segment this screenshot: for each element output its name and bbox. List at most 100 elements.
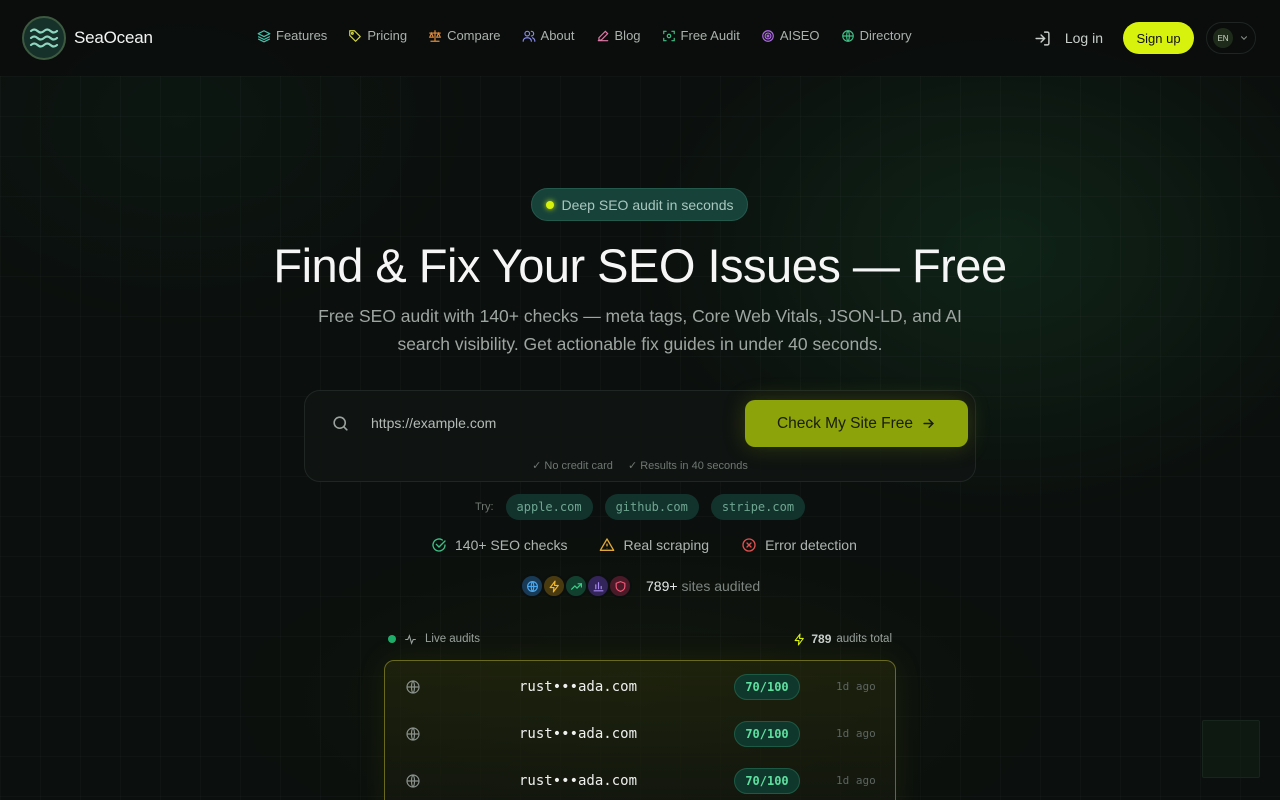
live-audits-label: Live audits	[425, 633, 480, 645]
nav-link-label: Blog	[614, 28, 641, 43]
nav-link-label: Free Audit	[680, 28, 740, 43]
audits-total-label: audits total	[836, 633, 892, 645]
sites-audited: 789+ sites audited	[520, 574, 760, 598]
audits-total-count: 789	[811, 632, 832, 646]
x-circle-icon	[742, 538, 756, 552]
nav-link-directory[interactable]: Directory	[841, 28, 912, 43]
feature-item: 140+ SEO checks	[431, 537, 567, 553]
feature-label: Error detection	[765, 537, 857, 553]
warning-icon	[600, 538, 615, 551]
nav-link-free-audit[interactable]: Free Audit	[662, 28, 740, 43]
nav-link-blog[interactable]: Blog	[596, 28, 641, 43]
audit-domain: rust•••ada.com	[519, 725, 638, 742]
nav-link-compare[interactable]: Compare	[428, 28, 501, 43]
pen-icon	[597, 30, 609, 41]
login-label: Log in	[1064, 30, 1103, 46]
nav-link-label: Compare	[447, 28, 501, 43]
audit-search-card: Check My Site Free ✓ No credit card ✓ Re…	[304, 390, 976, 482]
hero-badge: Deep SEO audit in seconds	[531, 188, 748, 221]
nav-link-label: Features	[276, 28, 328, 43]
nav-link-features[interactable]: Features	[257, 28, 327, 43]
globe-icon	[406, 726, 420, 741]
audit-domain: rust•••ada.com	[519, 772, 638, 789]
users-icon	[522, 30, 535, 42]
audited-label: sites audited	[681, 578, 761, 594]
check-site-label: Check My Site Free	[776, 414, 914, 432]
score-badge: 70/100	[734, 673, 800, 700]
feature-list: 140+ SEO checks Real scraping Error dete…	[431, 537, 857, 553]
audited-count: 789+	[646, 578, 678, 594]
activity-icon	[405, 633, 416, 645]
layers-icon	[257, 29, 271, 42]
audit-time: 1d ago	[836, 727, 876, 740]
hero-badge-text: Deep SEO audit in seconds	[561, 196, 734, 213]
nav-link-label: About	[540, 28, 575, 43]
feature-label: Real scraping	[623, 537, 710, 553]
decorative-grid-cell	[1202, 720, 1260, 778]
scale-icon	[428, 29, 442, 42]
globe-icon	[841, 29, 854, 42]
nav-link-label: Directory	[859, 28, 912, 43]
avatar-group	[520, 574, 632, 598]
language-code: EN	[1213, 28, 1233, 48]
check-site-button[interactable]: Check My Site Free	[745, 400, 968, 447]
check-circle-icon	[432, 538, 446, 552]
arrow-right-icon	[923, 418, 935, 429]
bar-chart-icon	[586, 574, 610, 598]
logo[interactable]: SeaOcean	[22, 16, 153, 60]
signup-button[interactable]: Sign up	[1123, 22, 1194, 54]
chevron-down-icon	[1240, 36, 1248, 40]
note-results-time: ✓ Results in 40 seconds	[627, 460, 748, 472]
globe-icon	[520, 574, 544, 598]
audit-time: 1d ago	[836, 680, 876, 693]
score-badge: 70/100	[734, 720, 800, 747]
search-icon	[333, 416, 348, 431]
example-domains: Try: apple.com github.com stripe.com	[475, 494, 817, 520]
note-no-credit-card: ✓ No credit card	[532, 460, 613, 472]
login-icon	[1035, 30, 1050, 46]
language-selector[interactable]: EN	[1206, 22, 1256, 54]
bolt-icon	[794, 633, 805, 645]
nav-link-aiseo[interactable]: AISEO	[761, 28, 820, 43]
url-input[interactable]	[371, 409, 731, 437]
list-item[interactable]: rust•••ada.com 70/100 1d ago	[385, 663, 895, 710]
globe-icon	[406, 679, 420, 694]
brand-name: SeaOcean	[74, 28, 153, 47]
shield-icon	[608, 574, 632, 598]
status-dot	[545, 200, 554, 209]
nav-link-label: Pricing	[367, 28, 408, 43]
example-chip-stripe[interactable]: stripe.com	[710, 494, 806, 520]
nav-actions: Log in Sign up EN	[1034, 22, 1256, 54]
audit-domain: rust•••ada.com	[519, 678, 638, 695]
feature-label: 140+ SEO checks	[455, 537, 568, 553]
audits-total: 789 audits total	[793, 632, 892, 646]
example-chip-apple[interactable]: apple.com	[505, 494, 593, 520]
feature-item: Real scraping	[599, 537, 709, 553]
hero-subtitle: Free SEO audit with 140+ checks — meta t…	[318, 306, 962, 354]
search-notes: ✓ No credit card ✓ Results in 40 seconds	[305, 459, 975, 472]
top-navigation: SeaOcean Features Pricing Compare About …	[0, 0, 1280, 76]
trend-icon	[564, 574, 588, 598]
waves-logo-icon	[22, 16, 66, 60]
hero-title: Find & Fix Your SEO Issues — Free	[273, 239, 1007, 292]
nav-link-pricing[interactable]: Pricing	[348, 28, 407, 43]
target-icon	[761, 29, 774, 42]
live-audits-list: rust•••ada.com 70/100 1d ago rust•••ada.…	[384, 660, 896, 800]
scan-icon	[662, 30, 675, 41]
tag-icon	[349, 29, 362, 42]
score-badge: 70/100	[734, 767, 800, 794]
live-audits-header: Live audits 789 audits total	[388, 632, 892, 646]
login-link[interactable]: Log in	[1034, 30, 1103, 47]
nav-link-about[interactable]: About	[522, 28, 575, 43]
try-label: Try:	[475, 501, 494, 513]
live-status-dot	[388, 635, 396, 643]
feature-item: Error detection	[741, 537, 857, 553]
globe-icon	[406, 773, 420, 788]
example-chip-github[interactable]: github.com	[604, 494, 699, 520]
nav-links: Features Pricing Compare About Blog Free…	[257, 28, 933, 43]
list-item[interactable]: rust•••ada.com 70/100 1d ago	[385, 757, 895, 800]
bolt-icon	[542, 574, 566, 598]
list-item[interactable]: rust•••ada.com 70/100 1d ago	[385, 710, 895, 757]
nav-link-label: AISEO	[779, 28, 820, 43]
audit-time: 1d ago	[836, 774, 876, 787]
